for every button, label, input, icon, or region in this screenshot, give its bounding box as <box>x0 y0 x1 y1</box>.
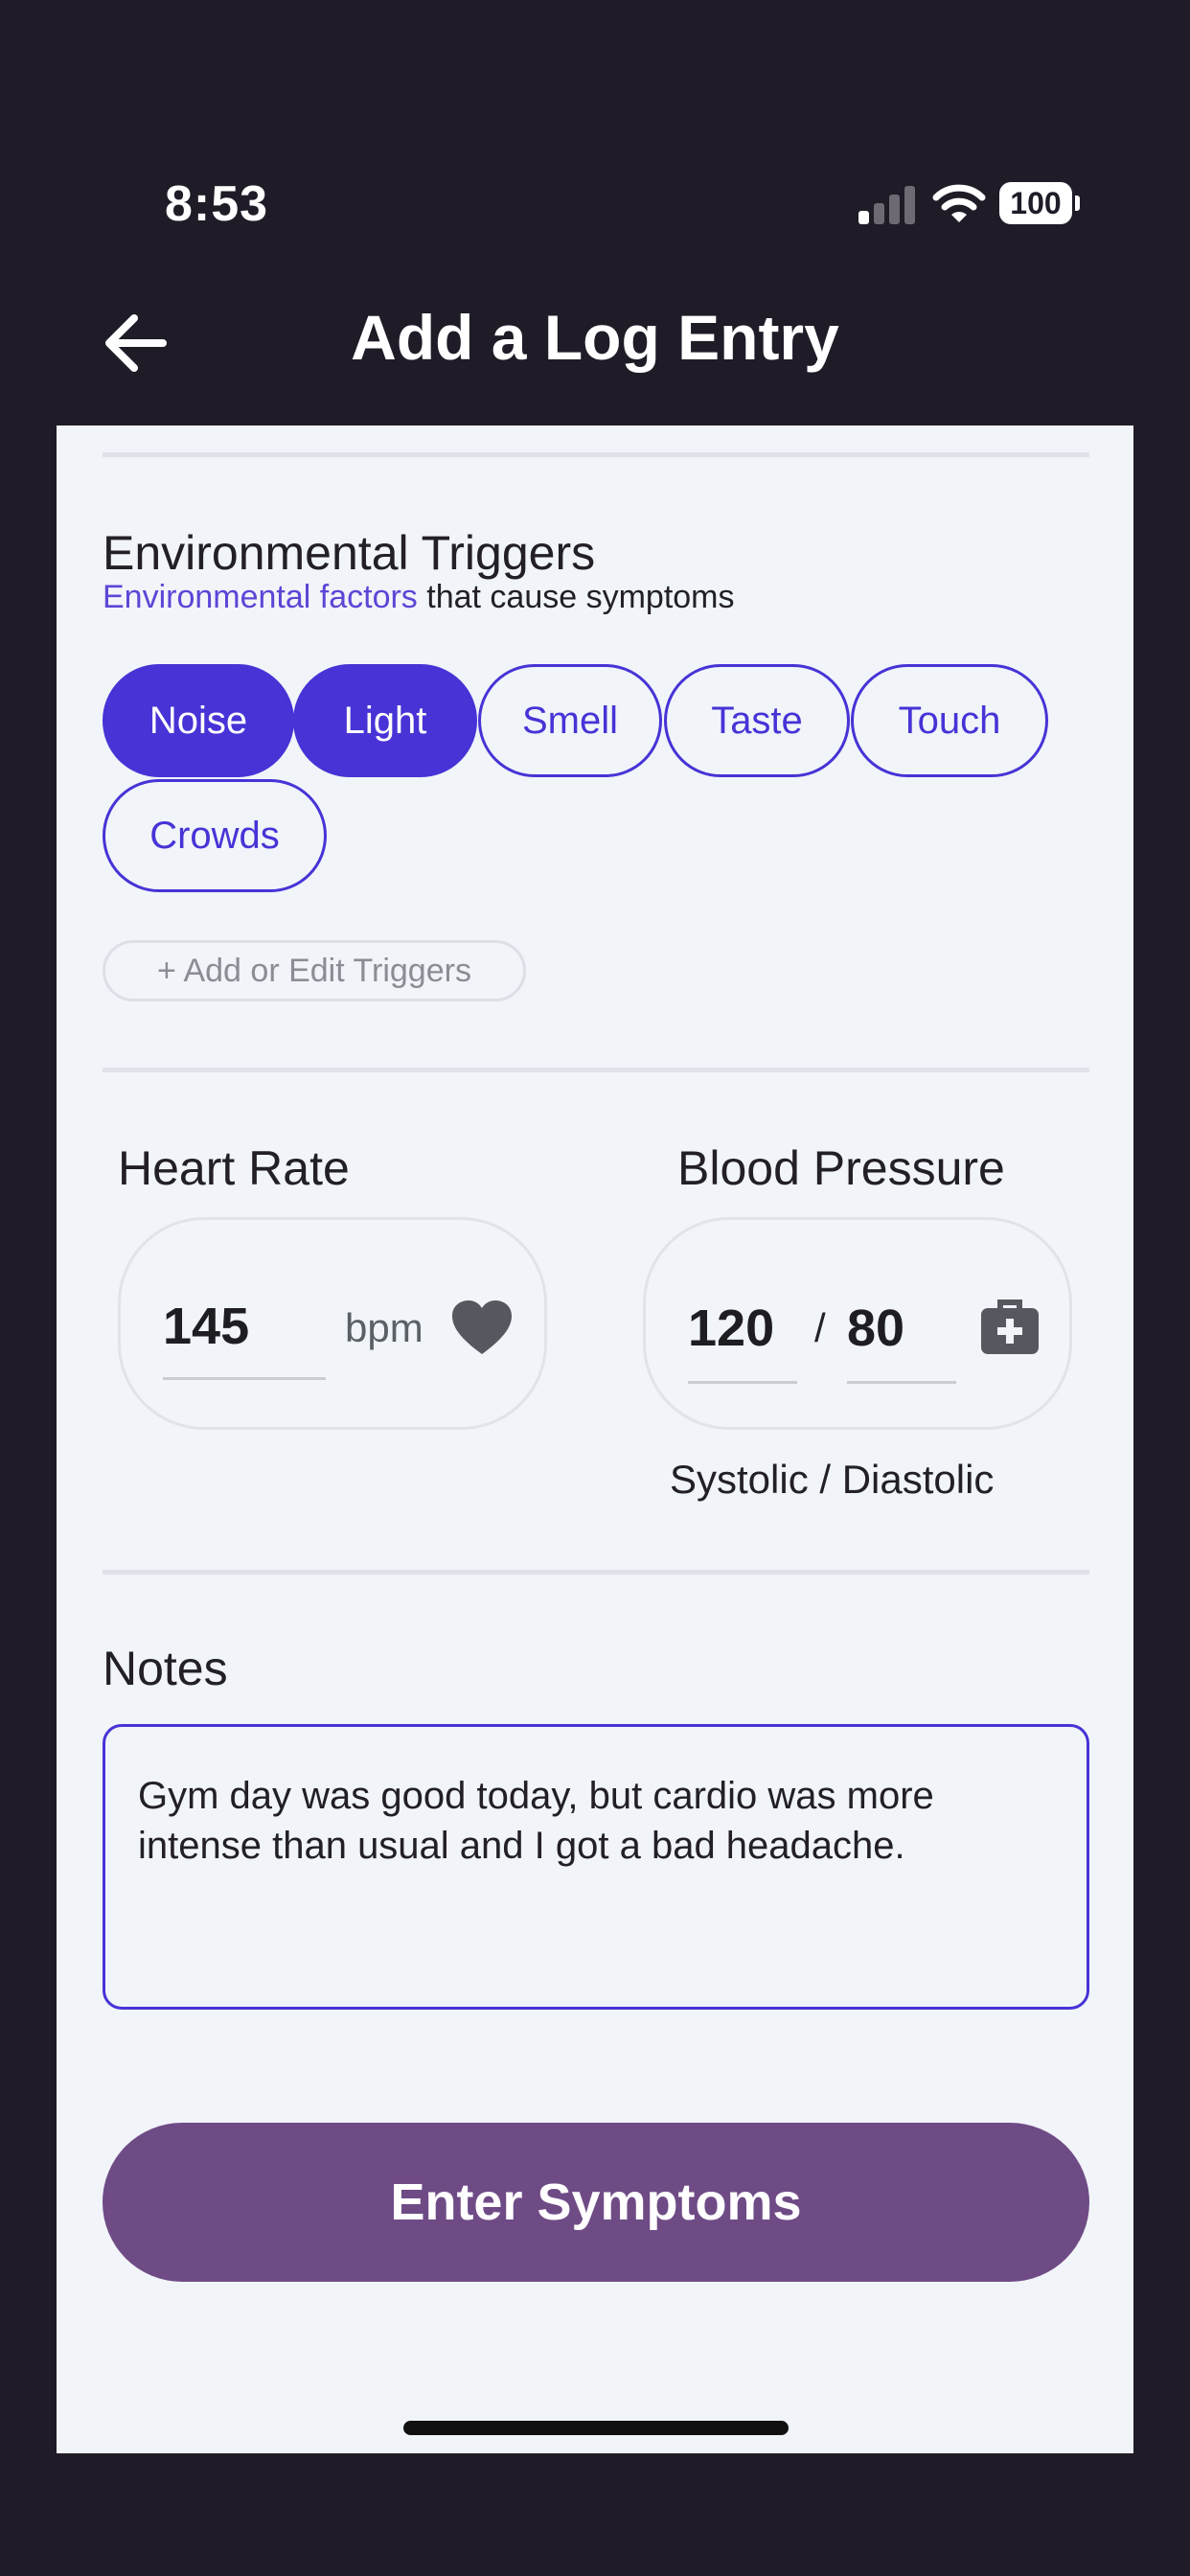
bp-separator: / <box>814 1305 826 1350</box>
wifi-icon <box>932 184 986 222</box>
heart-icon <box>452 1300 512 1354</box>
add-edit-triggers-button[interactable]: + Add or Edit Triggers <box>103 940 526 1001</box>
battery-icon: 100 <box>999 182 1080 226</box>
trigger-chip-crowds[interactable]: Crowds <box>103 779 327 892</box>
heart-rate-title: Heart Rate <box>118 1141 350 1195</box>
systolic-input[interactable]: 120 <box>688 1299 774 1358</box>
systolic-underline <box>688 1381 797 1384</box>
environmental-triggers-title: Environmental Triggers <box>103 526 596 580</box>
home-indicator <box>403 2421 789 2435</box>
blood-pressure-card: 120 / 80 <box>643 1217 1072 1430</box>
trigger-chip-taste[interactable]: Taste <box>664 664 850 777</box>
diastolic-underline <box>847 1381 956 1384</box>
notes-textarea[interactable]: Gym day was good today, but cardio was m… <box>103 1724 1089 2010</box>
divider <box>103 1570 1089 1575</box>
heart-rate-card: 145 bpm <box>118 1217 547 1430</box>
medical-kit-icon <box>981 1300 1039 1354</box>
diastolic-input[interactable]: 80 <box>847 1299 904 1358</box>
status-bar: 8:53 100 <box>0 0 1190 288</box>
heart-rate-unit: bpm <box>345 1305 423 1350</box>
signal-icon <box>858 184 918 224</box>
trigger-chip-touch[interactable]: Touch <box>851 664 1048 777</box>
subtitle-text: that cause symptoms <box>417 579 735 615</box>
heart-rate-underline <box>163 1377 326 1380</box>
trigger-chip-smell[interactable]: Smell <box>478 664 662 777</box>
heart-rate-input[interactable]: 145 <box>163 1297 249 1356</box>
environmental-triggers-subtitle: Environmental factors that cause symptom… <box>103 579 735 616</box>
notes-title: Notes <box>103 1642 228 1695</box>
subtitle-link[interactable]: Environmental factors <box>103 579 418 615</box>
divider <box>103 452 1089 457</box>
trigger-chip-noise[interactable]: Noise <box>103 664 294 777</box>
divider <box>103 1068 1089 1072</box>
page-title: Add a Log Entry <box>351 302 839 373</box>
blood-pressure-caption: Systolic / Diastolic <box>670 1457 995 1502</box>
battery-level: 100 <box>1010 186 1062 220</box>
log-entry-form: Environmental Triggers Environmental fac… <box>57 426 1133 2453</box>
trigger-chip-light[interactable]: Light <box>293 664 477 777</box>
status-time: 8:53 <box>165 176 269 232</box>
blood-pressure-title: Blood Pressure <box>677 1141 1005 1195</box>
enter-symptoms-button[interactable]: Enter Symptoms <box>103 2123 1089 2282</box>
